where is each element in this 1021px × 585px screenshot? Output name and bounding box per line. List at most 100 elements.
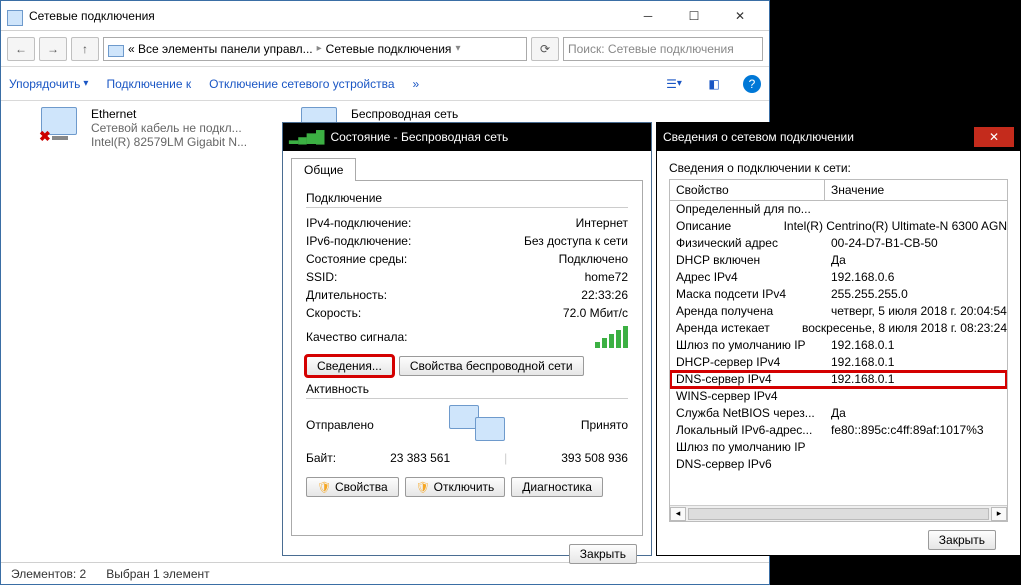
detail-row[interactable]: Аренда истекаетвоскресенье, 8 июля 2018 … — [670, 320, 1007, 337]
sent-label: Отправлено — [306, 418, 374, 432]
search-input[interactable]: Поиск: Сетевые подключения — [563, 37, 763, 61]
detail-property: DHCP-сервер IPv4 — [670, 354, 825, 371]
detail-property: Определенный для по... — [670, 201, 825, 218]
properties-button[interactable]: 🛡Свойства — [306, 477, 399, 497]
detail-property: Локальный IPv6-адрес... — [670, 422, 825, 439]
tab-general[interactable]: Общие — [291, 158, 356, 181]
dialog-title: Сведения о сетевом подключении — [663, 130, 854, 144]
dialog-title: Состояние - Беспроводная сеть — [330, 130, 508, 144]
detail-row[interactable]: DNS-сервер IPv6 — [670, 456, 1007, 473]
disable-device-button[interactable]: Отключение сетевого устройства — [209, 77, 394, 91]
horizontal-scrollbar[interactable]: ◂ ▸ — [670, 505, 1007, 521]
refresh-button[interactable]: ⟳ — [531, 37, 559, 61]
view-menu[interactable]: ☰▾ — [663, 73, 685, 95]
scroll-thumb[interactable] — [688, 508, 989, 520]
detail-value: воскресенье, 8 июля 2018 г. 08:23:24 — [796, 320, 1007, 337]
detail-value: Да — [825, 405, 1007, 422]
close-button[interactable]: Закрыть — [928, 530, 996, 550]
preview-pane-button[interactable]: ◧ — [703, 73, 725, 95]
details-list[interactable]: Определенный для по...ОписаниеIntel(R) C… — [669, 200, 1008, 522]
shield-icon: 🛡 — [416, 481, 430, 494]
detail-row[interactable]: Маска подсети IPv4255.255.255.0 — [670, 286, 1007, 303]
detail-value: Intel(R) Centrino(R) Ultimate-N 6300 AGN — [778, 218, 1007, 235]
list-header: Свойство Значение — [669, 179, 1008, 200]
dialog-titlebar[interactable]: Сведения о сетевом подключении ✕ — [657, 123, 1020, 151]
details-button[interactable]: Сведения... — [306, 356, 393, 376]
close-icon[interactable]: ✕ — [974, 127, 1014, 147]
breadcrumb-segment[interactable]: Сетевые подключения — [326, 42, 452, 56]
connect-to-button[interactable]: Подключение к — [106, 77, 191, 91]
help-button[interactable]: ? — [743, 75, 761, 93]
titlebar[interactable]: Сетевые подключения ─ ☐ ✕ — [1, 1, 769, 31]
detail-value: 192.168.0.1 — [825, 371, 1007, 388]
group-activity: Активность — [306, 382, 628, 399]
diagnose-button[interactable]: Диагностика — [511, 477, 603, 497]
sent-bytes: 23 383 561 — [390, 449, 450, 467]
list-label: Сведения о подключении к сети: — [669, 161, 1008, 175]
folder-icon — [108, 45, 124, 57]
detail-row[interactable]: DNS-сервер IPv4192.168.0.1 — [670, 371, 1007, 388]
detail-row[interactable]: WINS-сервер IPv4 — [670, 388, 1007, 405]
nav-forward-button[interactable]: → — [39, 37, 67, 61]
disable-button[interactable]: 🛡Отключить — [405, 477, 506, 497]
selection-count: Выбран 1 элемент — [106, 567, 209, 581]
detail-value: Да — [825, 252, 1007, 269]
ipv6-value: Без доступа к сети — [524, 232, 628, 250]
duration-value: 22:33:26 — [581, 286, 628, 304]
nav-back-button[interactable]: ← — [7, 37, 35, 61]
overflow-menu[interactable]: » — [413, 77, 420, 91]
detail-property: Шлюз по умолчанию IP — [670, 439, 825, 456]
detail-value: 255.255.255.0 — [825, 286, 1007, 303]
detail-row[interactable]: DHCP-сервер IPv4192.168.0.1 — [670, 354, 1007, 371]
detail-row[interactable]: Определенный для по... — [670, 201, 1007, 218]
detail-value: 192.168.0.6 — [825, 269, 1007, 286]
detail-value: 192.168.0.1 — [825, 354, 1007, 371]
adapter-device: Intel(R) 82579LM Gigabit N... — [91, 135, 247, 149]
detail-row[interactable]: Физический адрес00-24-D7-B1-CB-50 — [670, 235, 1007, 252]
detail-property: WINS-сервер IPv4 — [670, 388, 825, 405]
detail-property: Аренда истекает — [670, 320, 796, 337]
detail-value — [825, 439, 1007, 456]
dialog-titlebar[interactable]: ▂▄▆█ Состояние - Беспроводная сеть — [283, 123, 651, 151]
detail-value: 00-24-D7-B1-CB-50 — [825, 235, 1007, 252]
chevron-down-icon[interactable]: ▾ — [455, 43, 460, 54]
scroll-right-button[interactable]: ▸ — [991, 507, 1007, 521]
item-count: Элементов: 2 — [11, 567, 86, 581]
detail-property: Описание — [670, 218, 778, 235]
detail-value: четверг, 5 июля 2018 г. 20:04:54 — [825, 303, 1007, 320]
detail-row[interactable]: ОписаниеIntel(R) Centrino(R) Ultimate-N … — [670, 218, 1007, 235]
address-bar: ← → ↑ « Все элементы панели управл... ▸ … — [1, 31, 769, 67]
breadcrumb[interactable]: « Все элементы панели управл... ▸ Сетевы… — [103, 37, 527, 61]
detail-value — [825, 388, 1007, 405]
detail-row[interactable]: Аренда полученачетверг, 5 июля 2018 г. 2… — [670, 303, 1007, 320]
column-property[interactable]: Свойство — [670, 180, 825, 200]
signal-bars-icon — [595, 326, 628, 348]
breadcrumb-segment[interactable]: « Все элементы панели управл... — [128, 42, 313, 56]
adapter-name: Ethernet — [91, 107, 247, 121]
organize-menu[interactable]: Упорядочить▾ — [9, 77, 88, 91]
shield-icon: 🛡 — [317, 481, 331, 494]
signal-icon: ▂▄▆█ — [289, 130, 324, 144]
close-button[interactable]: Закрыть — [569, 544, 637, 564]
wireless-properties-button[interactable]: Свойства беспроводной сети — [399, 356, 584, 376]
maximize-button[interactable]: ☐ — [671, 5, 717, 27]
detail-property: Аренда получена — [670, 303, 825, 320]
adapter-ethernet[interactable]: ✖ Ethernet Сетевой кабель не подкл... In… — [41, 107, 281, 149]
detail-property: Адрес IPv4 — [670, 269, 825, 286]
command-bar: Упорядочить▾ Подключение к Отключение се… — [1, 67, 769, 101]
detail-row[interactable]: Шлюз по умолчанию IP192.168.0.1 — [670, 337, 1007, 354]
detail-property: Служба NetBIOS через... — [670, 405, 825, 422]
column-value[interactable]: Значение — [825, 180, 1007, 200]
received-bytes: 393 508 936 — [561, 449, 628, 467]
close-button[interactable]: ✕ — [717, 5, 763, 27]
minimize-button[interactable]: ─ — [625, 5, 671, 27]
connection-details-dialog: Сведения о сетевом подключении ✕ Сведени… — [656, 122, 1021, 556]
detail-row[interactable]: Адрес IPv4192.168.0.6 — [670, 269, 1007, 286]
nav-up-button[interactable]: ↑ — [71, 37, 99, 61]
scroll-left-button[interactable]: ◂ — [670, 507, 686, 521]
detail-row[interactable]: Локальный IPv6-адрес...fe80::895c:c4ff:8… — [670, 422, 1007, 439]
detail-row[interactable]: DHCP включенДа — [670, 252, 1007, 269]
detail-row[interactable]: Шлюз по умолчанию IP — [670, 439, 1007, 456]
detail-row[interactable]: Служба NetBIOS через...Да — [670, 405, 1007, 422]
adapter-icon: ✖ — [41, 107, 85, 143]
